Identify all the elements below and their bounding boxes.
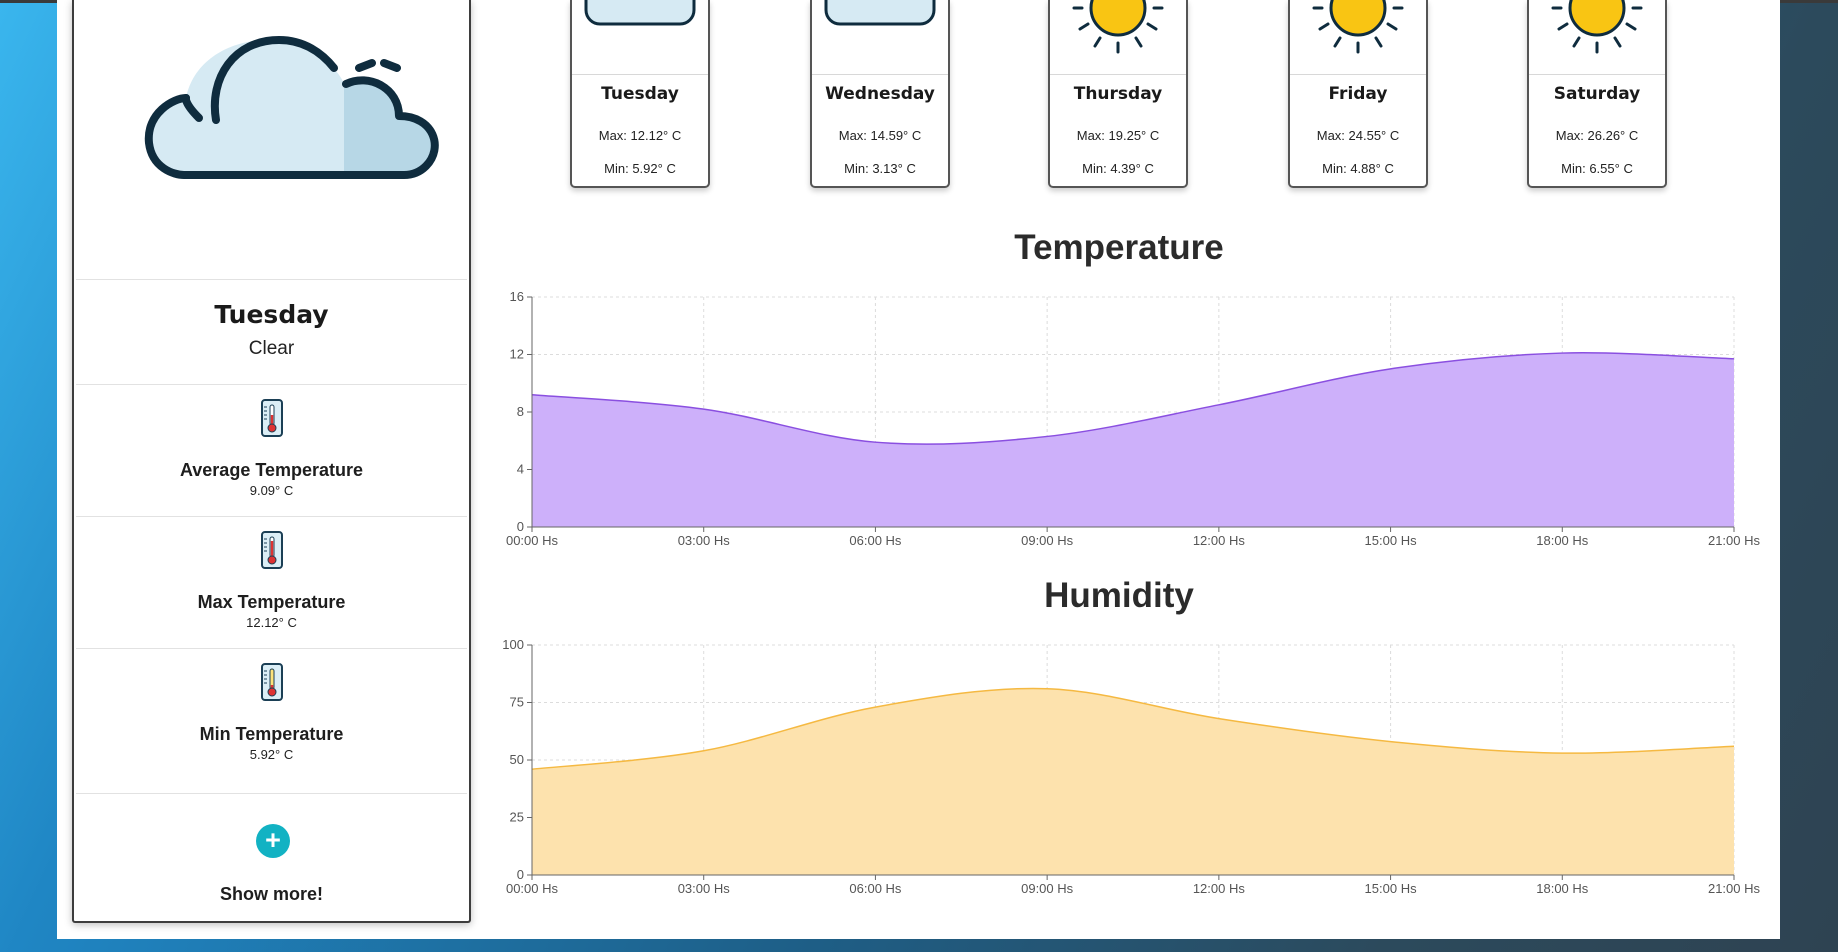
stat-value: 12.12° C <box>246 615 297 630</box>
y-tick-label: 4 <box>517 462 524 477</box>
x-tick-label: 15:00 Hs <box>1365 881 1418 896</box>
x-tick-label: 15:00 Hs <box>1365 533 1418 548</box>
day-detail-sidebar: Tuesday Clear Average Temperature 9.09° … <box>72 0 471 923</box>
temperature-chart: 0 4 8 12 16 00:00 Hs 03:00 Hs 06:00 Hs 09:00 Hs 1… <box>506 289 1761 548</box>
divider <box>76 384 467 385</box>
x-tick-label: 06:00 Hs <box>849 881 902 896</box>
forecast-day-name: Wednesday <box>825 84 935 104</box>
show-more-button[interactable]: + <box>256 824 290 858</box>
divider <box>76 793 467 794</box>
series-area <box>532 352 1734 527</box>
y-tick-label: 100 <box>502 637 524 652</box>
y-tick-label: 50 <box>510 752 524 767</box>
y-tick-label: 75 <box>510 695 524 710</box>
cloud-icon <box>572 0 708 75</box>
stat-label: Min Temperature <box>199 724 344 744</box>
selected-day-name: Tuesday <box>214 300 329 329</box>
x-tick-label: 18:00 Hs <box>1536 881 1589 896</box>
forecast-card-friday[interactable]: Friday Max: 24.55° C Min: 4.88° C <box>1288 0 1428 188</box>
cloud-icon <box>812 0 948 75</box>
forecast-card-thursday[interactable]: Thursday Max: 19.25° C Min: 4.39° C <box>1048 0 1188 188</box>
forecast-min-temp: Min: 4.88° C <box>1322 161 1394 176</box>
forecast-min-temp: Min: 4.39° C <box>1082 161 1154 176</box>
forecast-min-temp: Min: 6.55° C <box>1561 161 1633 176</box>
y-tick-label: 12 <box>510 347 524 362</box>
thermometer-icon <box>261 531 283 569</box>
stat-label: Max Temperature <box>197 592 346 612</box>
x-tick-label: 00:00 Hs <box>506 881 559 896</box>
stat-value: 9.09° C <box>249 483 294 498</box>
thermometer-icon <box>261 399 283 437</box>
y-tick-label: 0 <box>517 867 524 882</box>
forecast-day-name: Tuesday <box>601 84 679 104</box>
x-tick-label: 12:00 Hs <box>1193 533 1246 548</box>
x-tick-label: 00:00 Hs <box>506 533 559 548</box>
forecast-max-temp: Max: 26.26° C <box>1555 128 1639 143</box>
thermometer-icon <box>261 663 283 701</box>
x-tick-label: 06:00 Hs <box>849 533 902 548</box>
x-tick-label: 18:00 Hs <box>1536 533 1589 548</box>
y-tick-label: 8 <box>517 404 524 419</box>
temperature-chart-title: Temperature <box>1014 228 1224 267</box>
show-more-label[interactable]: Show more! <box>74 884 469 905</box>
divider <box>76 516 467 517</box>
forecast-day-name: Saturday <box>1553 84 1641 104</box>
forecast-day-name: Friday <box>1328 84 1388 104</box>
weather-condition: Clear <box>248 338 295 359</box>
forecast-max-temp: Max: 19.25° C <box>1076 128 1160 143</box>
divider <box>76 648 467 649</box>
stat-label: Average Temperature <box>179 460 364 480</box>
forecast-card-tuesday[interactable]: Tuesday Max: 12.12° C Min: 5.92° C <box>570 0 710 188</box>
x-tick-label: 03:00 Hs <box>678 881 731 896</box>
forecast-max-temp: Max: 12.12° C <box>598 128 682 143</box>
divider <box>76 279 467 280</box>
x-tick-label: 09:00 Hs <box>1021 881 1074 896</box>
x-tick-label: 03:00 Hs <box>678 533 731 548</box>
sun-icon <box>1529 0 1665 75</box>
series-area <box>532 688 1734 875</box>
sun-icon <box>1050 0 1186 75</box>
x-tick-label: 09:00 Hs <box>1021 533 1074 548</box>
y-tick-label: 16 <box>510 289 524 304</box>
forecast-min-temp: Min: 3.13° C <box>844 161 916 176</box>
forecast-min-temp: Min: 5.92° C <box>604 161 676 176</box>
forecast-max-temp: Max: 14.59° C <box>838 128 922 143</box>
x-tick-label: 21:00 Hs <box>1708 533 1761 548</box>
humidity-chart: 0 25 50 75 100 00:00 Hs 03:00 Hs 06:00 Hs 09:00 … <box>502 637 1761 896</box>
y-tick-label: 0 <box>517 519 524 534</box>
forecast-card-saturday[interactable]: Saturday Max: 26.26° C Min: 6.55° C <box>1527 0 1667 188</box>
humidity-chart-title: Humidity <box>1044 576 1194 615</box>
stat-value: 5.92° C <box>249 747 294 762</box>
x-tick-label: 21:00 Hs <box>1708 881 1761 896</box>
x-tick-label: 12:00 Hs <box>1193 881 1246 896</box>
forecast-max-temp: Max: 24.55° C <box>1316 128 1400 143</box>
cloud-icon <box>144 35 439 179</box>
y-tick-label: 25 <box>510 810 524 825</box>
forecast-card-wednesday[interactable]: Wednesday Max: 14.59° C Min: 3.13° C <box>810 0 950 188</box>
forecast-day-name: Thursday <box>1073 84 1163 104</box>
sun-icon <box>1290 0 1426 75</box>
